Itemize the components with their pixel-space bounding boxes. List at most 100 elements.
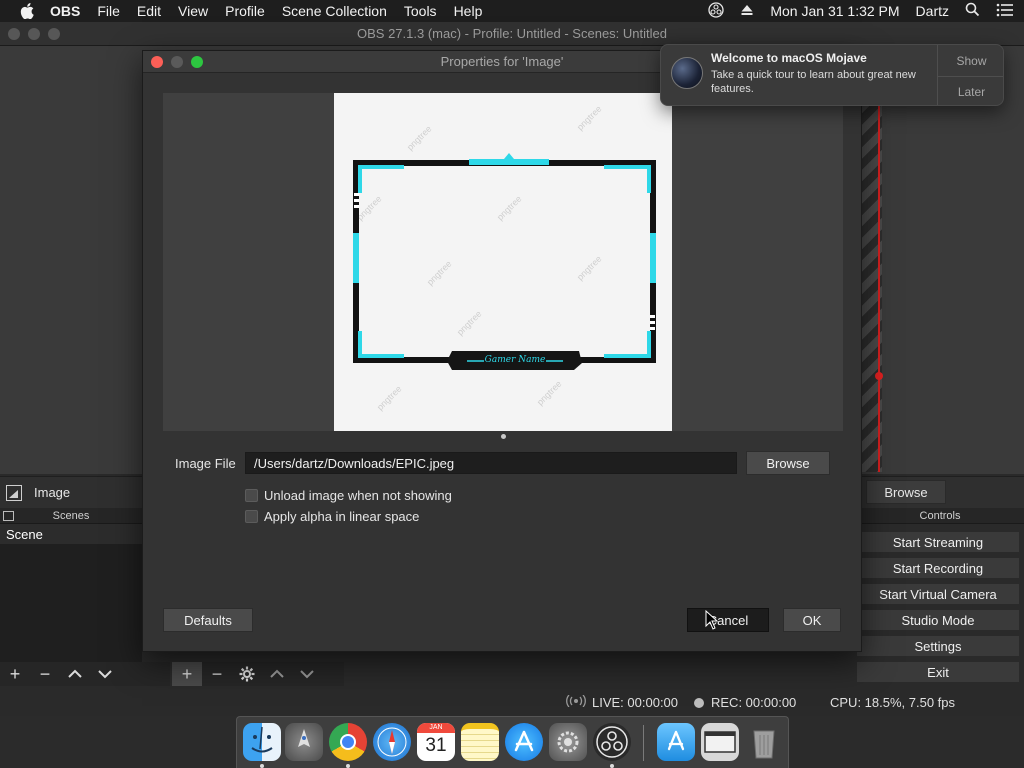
preview-scroll-indicator [501, 434, 506, 439]
menubar-status-area: Mon Jan 31 1:32 PM Dartz [708, 0, 1014, 22]
dialog-close-button[interactable] [151, 56, 163, 68]
chrome-icon[interactable] [329, 723, 367, 761]
move-scene-up-icon[interactable] [60, 662, 90, 686]
mojave-icon [671, 57, 703, 89]
studio-mode-button[interactable]: Studio Mode [856, 609, 1020, 631]
menu-bar: OBS File Edit View Profile Scene Collect… [0, 0, 1024, 22]
controls-dock-header: Controls [856, 508, 1024, 524]
menu-file[interactable]: File [97, 3, 120, 19]
system-preferences-icon[interactable] [549, 723, 587, 761]
calendar-icon[interactable]: JAN 31 [417, 723, 455, 761]
obs-window-controls [8, 28, 60, 40]
move-scene-down-icon[interactable] [90, 662, 120, 686]
notification-body: Take a quick tour to learn about great n… [711, 69, 916, 95]
start-virtual-camera-button[interactable]: Start Virtual Camera [856, 583, 1020, 605]
mojave-welcome-notification[interactable]: Welcome to macOS Mojave Take a quick tou… [660, 44, 1004, 106]
obs-window-title: OBS 27.1.3 (mac) - Profile: Untitled - S… [357, 26, 667, 41]
dialog-zoom-button[interactable] [191, 56, 203, 68]
trash-icon[interactable] [745, 723, 783, 761]
calendar-day: 31 [425, 735, 447, 756]
menu-obs[interactable]: OBS [50, 3, 80, 19]
start-streaming-button[interactable]: Start Streaming [856, 531, 1020, 553]
source-name: Image [34, 485, 71, 500]
apply-alpha-label: Apply alpha in linear space [264, 509, 420, 524]
eject-icon[interactable] [740, 3, 754, 20]
notes-icon[interactable] [461, 723, 499, 761]
menu-help[interactable]: Help [454, 3, 483, 19]
notification-actions: Show Later [937, 45, 1003, 105]
mouse-cursor-icon [705, 610, 719, 630]
remove-source-icon[interactable]: − [202, 662, 232, 686]
gamer-name-text: Gamer Name [484, 355, 546, 365]
add-scene-icon[interactable]: + [0, 662, 30, 686]
menu-scene-collection[interactable]: Scene Collection [282, 3, 387, 19]
start-recording-button[interactable]: Start Recording [856, 557, 1020, 579]
menu-tools[interactable]: Tools [404, 3, 437, 19]
menu-profile[interactable]: Profile [225, 3, 265, 19]
properties-dialog: Properties for 'Image' pngtree pngtree p… [142, 50, 862, 652]
dock-separator [643, 725, 644, 761]
controls-header-label: Controls [919, 509, 961, 522]
window-icon[interactable] [701, 723, 739, 761]
broadcast-icon [566, 694, 586, 710]
menubar-user[interactable]: Dartz [916, 3, 949, 19]
zoom-window-button[interactable] [48, 28, 60, 40]
obs-status-icon[interactable] [708, 1, 725, 21]
notification-show-button[interactable]: Show [938, 45, 1003, 76]
settings-button[interactable]: Settings [856, 635, 1020, 657]
notification-title: Welcome to macOS Mojave [711, 51, 867, 65]
scenes-list: Scene [0, 524, 142, 680]
rec-status: REC: 00:00:00 [694, 695, 796, 710]
dialog-title: Properties for 'Image' [440, 54, 564, 69]
image-preview-area: pngtree pngtree pngtree pngtree pngtree … [163, 93, 843, 431]
menu-view[interactable]: View [178, 3, 208, 19]
source-browse-button[interactable]: Browse [866, 480, 946, 504]
obs-titlebar: OBS 27.1.3 (mac) - Profile: Untitled - S… [0, 22, 1024, 46]
cancel-button[interactable]: Cancel [687, 608, 769, 632]
gamer-frame-graphic [353, 153, 656, 370]
image-file-path-field[interactable]: /Users/dartz/Downloads/EPIC.jpeg [245, 452, 737, 474]
obs-icon[interactable] [593, 723, 631, 761]
scenes-toolbar: + − [0, 662, 170, 686]
source-bounding-line [878, 102, 880, 472]
list-icon[interactable] [996, 3, 1014, 20]
menubar-clock[interactable]: Mon Jan 31 1:32 PM [770, 3, 899, 19]
move-source-down-icon[interactable] [292, 662, 322, 686]
exit-button[interactable]: Exit [856, 661, 1020, 683]
browse-button[interactable]: Browse [746, 451, 830, 475]
scenes-dock-header: Scenes [0, 508, 142, 524]
unload-image-option[interactable]: Unload image when not showing [245, 488, 452, 503]
apply-alpha-checkbox[interactable] [245, 510, 258, 523]
launchpad-icon[interactable] [285, 723, 323, 761]
finder-icon[interactable] [243, 723, 281, 761]
dock-undock-icon[interactable] [3, 511, 14, 521]
menu-edit[interactable]: Edit [137, 3, 161, 19]
notification-later-button[interactable]: Later [938, 76, 1003, 105]
rec-timer: REC: 00:00:00 [711, 695, 797, 710]
search-icon[interactable] [965, 2, 980, 20]
source-properties-gear-icon[interactable] [232, 662, 262, 686]
ok-button[interactable]: OK [783, 608, 841, 632]
record-indicator-icon [694, 697, 704, 708]
finder-running-indicator [260, 764, 264, 768]
unload-image-label: Unload image when not showing [264, 488, 452, 503]
status-bar: LIVE: 00:00:00 REC: 00:00:00 CPU: 18.5%,… [0, 688, 1024, 716]
unload-image-checkbox[interactable] [245, 489, 258, 502]
defaults-button[interactable]: Defaults [163, 608, 253, 632]
remove-scene-icon[interactable]: − [30, 662, 60, 686]
close-window-button[interactable] [8, 28, 20, 40]
source-resize-handle[interactable] [875, 372, 883, 380]
safari-icon[interactable] [373, 723, 411, 761]
move-source-up-icon[interactable] [262, 662, 292, 686]
minimize-window-button[interactable] [28, 28, 40, 40]
apply-alpha-option[interactable]: Apply alpha in linear space [245, 509, 419, 524]
live-timer: LIVE: 00:00:00 [592, 695, 679, 710]
scene-list-item[interactable]: Scene [0, 524, 142, 544]
image-file-label: Image File [175, 456, 236, 471]
dialog-minimize-button[interactable] [171, 56, 183, 68]
app-store-icon[interactable] [505, 723, 543, 761]
add-source-icon[interactable]: + [172, 662, 202, 686]
apple-icon[interactable] [18, 0, 36, 22]
chrome-running-indicator [346, 764, 350, 768]
downloads-icon[interactable] [657, 723, 695, 761]
